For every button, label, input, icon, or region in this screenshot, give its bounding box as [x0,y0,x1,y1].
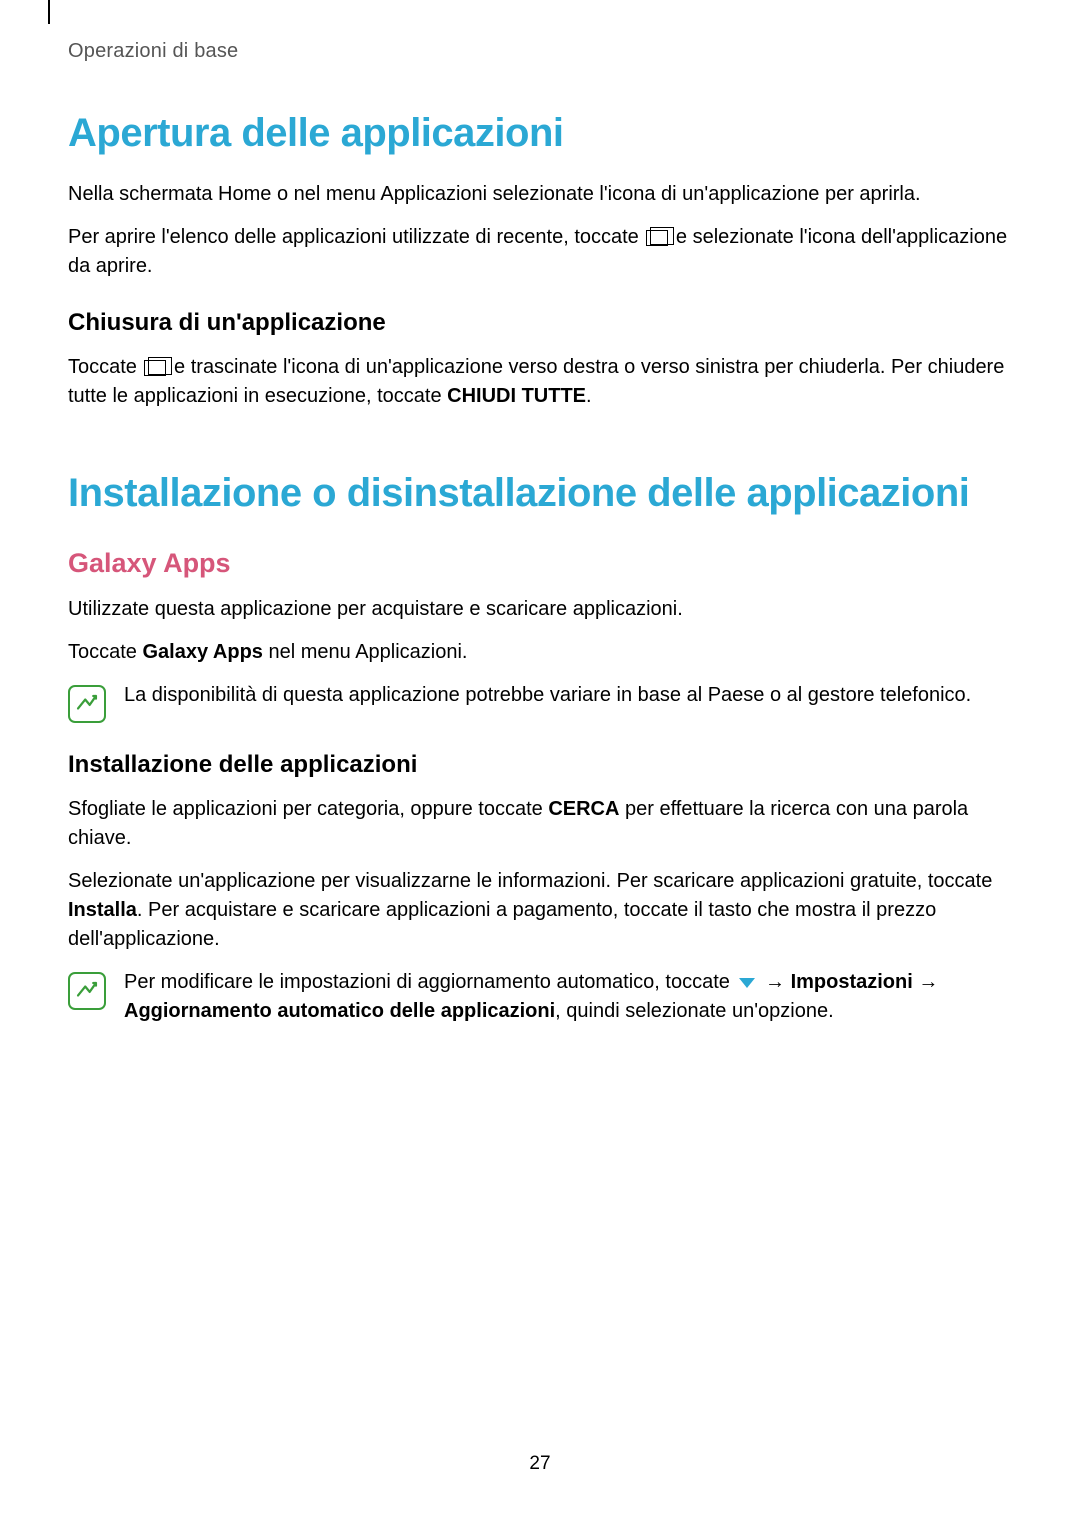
bold-text: Aggiornamento automatico delle applicazi… [124,1000,555,1022]
paragraph: Per aprire l'elenco delle applicazioni u… [68,223,1012,281]
header-tick-mark [48,0,50,24]
bold-text: CERCA [548,798,619,820]
text-fragment: → [913,971,939,993]
bold-text: Galaxy Apps [142,641,262,663]
text-fragment: Selezionate un'applicazione per visualiz… [68,870,992,892]
bold-text: CHIUDI TUTTE [447,385,586,407]
text-fragment: Sfogliate le applicazioni per categoria,… [68,798,548,820]
heading-installazione: Installazione o disinstallazione delle a… [68,471,1012,516]
page-number: 27 [0,1453,1080,1475]
heading-installazione-apps: Installazione delle applicazioni [68,751,1012,779]
text-fragment: nel menu Applicazioni. [263,641,468,663]
heading-apertura: Apertura delle applicazioni [68,111,1012,156]
paragraph: Utilizzate questa applicazione per acqui… [68,595,1012,624]
heading-galaxy-apps: Galaxy Apps [68,548,1012,579]
note-block: La disponibilità di questa applicazione … [68,681,1012,723]
paragraph: Per modificare le impostazioni di aggior… [124,968,1012,1026]
note-text: La disponibilità di questa applicazione … [124,681,1012,714]
paragraph: Selezionate un'applicazione per visualiz… [68,867,1012,954]
text-fragment: → [759,971,790,993]
heading-chiusura: Chiusura di un'applicazione [68,309,1012,337]
text-fragment: Per modificare le impostazioni di aggior… [124,971,735,993]
dropdown-arrow-icon [739,978,755,988]
note-text: Per modificare le impostazioni di aggior… [124,968,1012,1030]
text-fragment: . [586,385,592,407]
text-fragment: . Per acquistare e scaricare applicazion… [68,899,936,950]
text-fragment: Per aprire l'elenco delle applicazioni u… [68,226,644,248]
bold-text: Impostazioni [791,971,913,993]
note-icon [68,685,106,723]
breadcrumb: Operazioni di base [68,40,1012,63]
paragraph: Nella schermata Home o nel menu Applicaz… [68,180,1012,209]
paragraph: Sfogliate le applicazioni per categoria,… [68,795,1012,853]
recent-apps-icon [646,230,668,246]
paragraph: Toccate e trascinate l'icona di un'appli… [68,353,1012,411]
text-fragment: , quindi selezionate un'opzione. [555,1000,833,1022]
note-icon [68,972,106,1010]
paragraph: La disponibilità di questa applicazione … [124,681,1012,710]
document-page: Operazioni di base Apertura delle applic… [0,0,1080,1074]
note-block: Per modificare le impostazioni di aggior… [68,968,1012,1030]
paragraph: Toccate Galaxy Apps nel menu Applicazion… [68,638,1012,667]
text-fragment: Toccate [68,641,142,663]
text-fragment: Toccate [68,356,142,378]
recent-apps-icon [144,360,166,376]
bold-text: Installa [68,899,137,921]
